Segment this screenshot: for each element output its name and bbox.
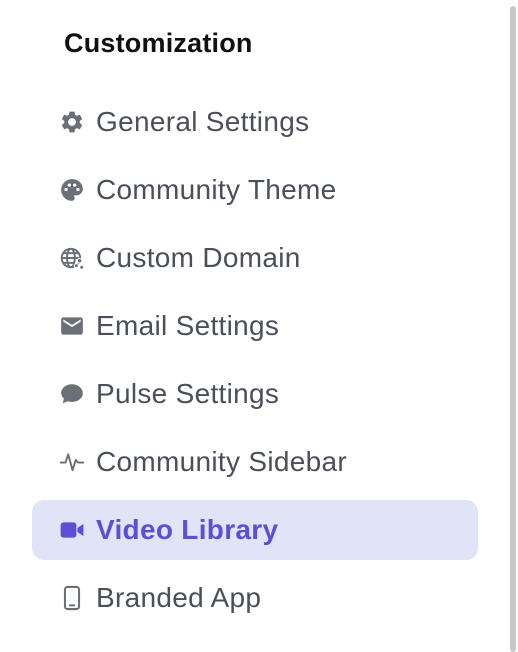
menu-item-label: Video Library (96, 514, 279, 545)
menu-item-email-settings[interactable]: Email Settings (32, 296, 478, 356)
menu-item-community-theme[interactable]: Community Theme (32, 160, 478, 220)
menu-item-video-library[interactable]: Video Library (32, 500, 478, 560)
customization-panel: Customization General Settings Community… (0, 0, 518, 652)
vertical-scrollbar[interactable] (510, 6, 516, 652)
envelope-icon (58, 312, 86, 340)
menu-item-label: Custom Domain (96, 242, 301, 273)
menu-item-label: Community Theme (96, 174, 337, 205)
palette-icon (58, 176, 86, 204)
menu-item-custom-domain[interactable]: Custom Domain (32, 228, 478, 288)
menu-item-community-sidebar[interactable]: Community Sidebar (32, 432, 478, 492)
menu-item-branded-app[interactable]: Branded App (32, 568, 478, 628)
menu-item-label: Community Sidebar (96, 446, 347, 477)
menu-item-label: General Settings (96, 106, 310, 137)
menu-item-general-settings[interactable]: General Settings (32, 92, 478, 152)
video-camera-icon (58, 516, 86, 544)
globe-share-icon (58, 244, 86, 272)
section-title: Customization (64, 28, 253, 58)
menu-item-pulse-settings[interactable]: Pulse Settings (32, 364, 478, 424)
chat-bubble-icon (58, 380, 86, 408)
menu-item-label: Branded App (96, 582, 262, 613)
pulse-line-icon (58, 448, 86, 476)
menu-item-label: Email Settings (96, 310, 280, 341)
menu-item-label: Pulse Settings (96, 378, 280, 409)
customization-menu: General Settings Community Theme Custom … (32, 92, 478, 636)
smartphone-icon (58, 584, 86, 612)
gear-icon (58, 108, 86, 136)
